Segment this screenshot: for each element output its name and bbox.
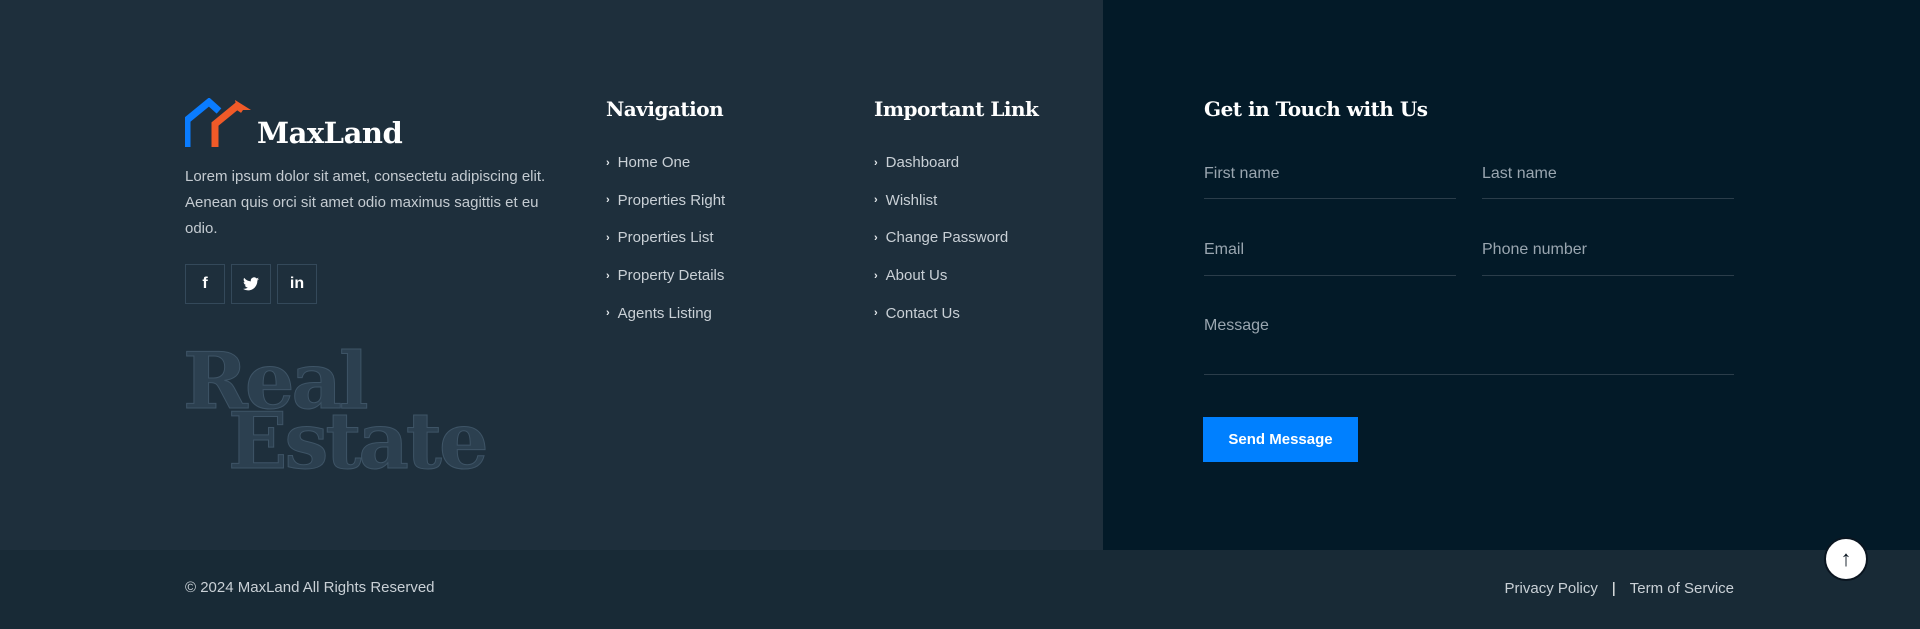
brand-name: MaxLand bbox=[257, 116, 403, 150]
link-about-us[interactable]: › About Us bbox=[874, 257, 1008, 295]
link-label: Properties Right bbox=[617, 191, 726, 209]
chevron-right-icon: › bbox=[874, 231, 878, 244]
facebook-icon: f bbox=[202, 275, 208, 292]
important-link-heading: Important Link bbox=[874, 97, 1039, 121]
link-label: Agents Listing bbox=[617, 304, 712, 322]
link-label: Dashboard bbox=[885, 154, 960, 172]
linkedin-icon: in bbox=[289, 275, 305, 292]
navigation-heading: Navigation bbox=[606, 97, 724, 121]
email-field bbox=[1204, 241, 1456, 276]
send-message-button[interactable]: Send Message bbox=[1203, 417, 1358, 462]
terms-of-service-link[interactable]: Term of Service bbox=[1630, 580, 1734, 597]
link-label: Wishlist bbox=[885, 191, 938, 209]
arrow-up-icon: ↑ bbox=[1840, 546, 1852, 571]
chevron-right-icon: › bbox=[606, 156, 610, 169]
twitter-button[interactable] bbox=[231, 264, 271, 304]
phone-field bbox=[1482, 241, 1734, 276]
chevron-right-icon: › bbox=[606, 231, 610, 244]
link-wishlist[interactable]: › Wishlist bbox=[874, 182, 1008, 220]
chevron-right-icon: › bbox=[606, 307, 610, 320]
chevron-right-icon: › bbox=[874, 156, 878, 169]
last-name-field bbox=[1482, 165, 1734, 199]
phone-input[interactable] bbox=[1482, 241, 1734, 259]
first-name-field bbox=[1204, 165, 1456, 199]
privacy-policy-link[interactable]: Privacy Policy bbox=[1505, 580, 1598, 597]
watermark-estate: Estate bbox=[228, 396, 490, 487]
link-dashboard[interactable]: › Dashboard bbox=[874, 144, 1008, 182]
facebook-button[interactable]: f bbox=[185, 264, 225, 304]
nav-link-home-one[interactable]: › Home One bbox=[606, 144, 725, 182]
social-links: f in bbox=[185, 264, 317, 304]
about-text: Lorem ipsum dolor sit amet, consectetu a… bbox=[185, 168, 546, 237]
chevron-right-icon: › bbox=[606, 269, 610, 282]
chevron-right-icon: › bbox=[874, 194, 878, 207]
contact-heading: Get in Touch with Us bbox=[1204, 97, 1428, 121]
nav-link-properties-right[interactable]: › Properties Right bbox=[606, 182, 725, 220]
link-label: Contact Us bbox=[885, 304, 960, 322]
separator: | bbox=[1611, 580, 1616, 597]
legal-links: Privacy Policy | Term of Service bbox=[1505, 580, 1734, 597]
twitter-icon bbox=[243, 277, 259, 291]
scroll-to-top-button[interactable]: ↑ bbox=[1824, 537, 1868, 581]
link-label: Home One bbox=[617, 154, 691, 172]
nav-link-properties-list[interactable]: › Properties List bbox=[606, 219, 725, 257]
link-label: Property Details bbox=[617, 267, 725, 285]
nav-link-agents-listing[interactable]: › Agents Listing bbox=[606, 294, 725, 332]
link-change-password[interactable]: › Change Password bbox=[874, 219, 1008, 257]
link-label: Change Password bbox=[885, 229, 1009, 247]
navigation-list: › Home One › Properties Right › Properties … bbox=[606, 144, 725, 332]
chevron-right-icon: › bbox=[874, 307, 878, 320]
brand-logo[interactable]: MaxLand bbox=[185, 98, 403, 150]
link-label: About Us bbox=[885, 267, 948, 285]
email-input[interactable] bbox=[1204, 241, 1456, 259]
message-field bbox=[1204, 317, 1734, 375]
last-name-input[interactable] bbox=[1482, 165, 1734, 183]
link-contact-us[interactable]: › Contact Us bbox=[874, 294, 1008, 332]
nav-link-property-details[interactable]: › Property Details bbox=[606, 257, 725, 295]
copyright-text: © 2024 MaxLand All Rights Reserved bbox=[185, 579, 435, 596]
chevron-right-icon: › bbox=[874, 269, 878, 282]
linkedin-button[interactable]: in bbox=[277, 264, 317, 304]
message-input[interactable] bbox=[1204, 317, 1734, 353]
first-name-input[interactable] bbox=[1204, 165, 1456, 183]
chevron-right-icon: › bbox=[606, 194, 610, 207]
house-logo-icon bbox=[185, 98, 251, 147]
important-link-list: › Dashboard › Wishlist › Change Password › A… bbox=[874, 144, 1008, 332]
link-label: Properties List bbox=[617, 229, 714, 247]
